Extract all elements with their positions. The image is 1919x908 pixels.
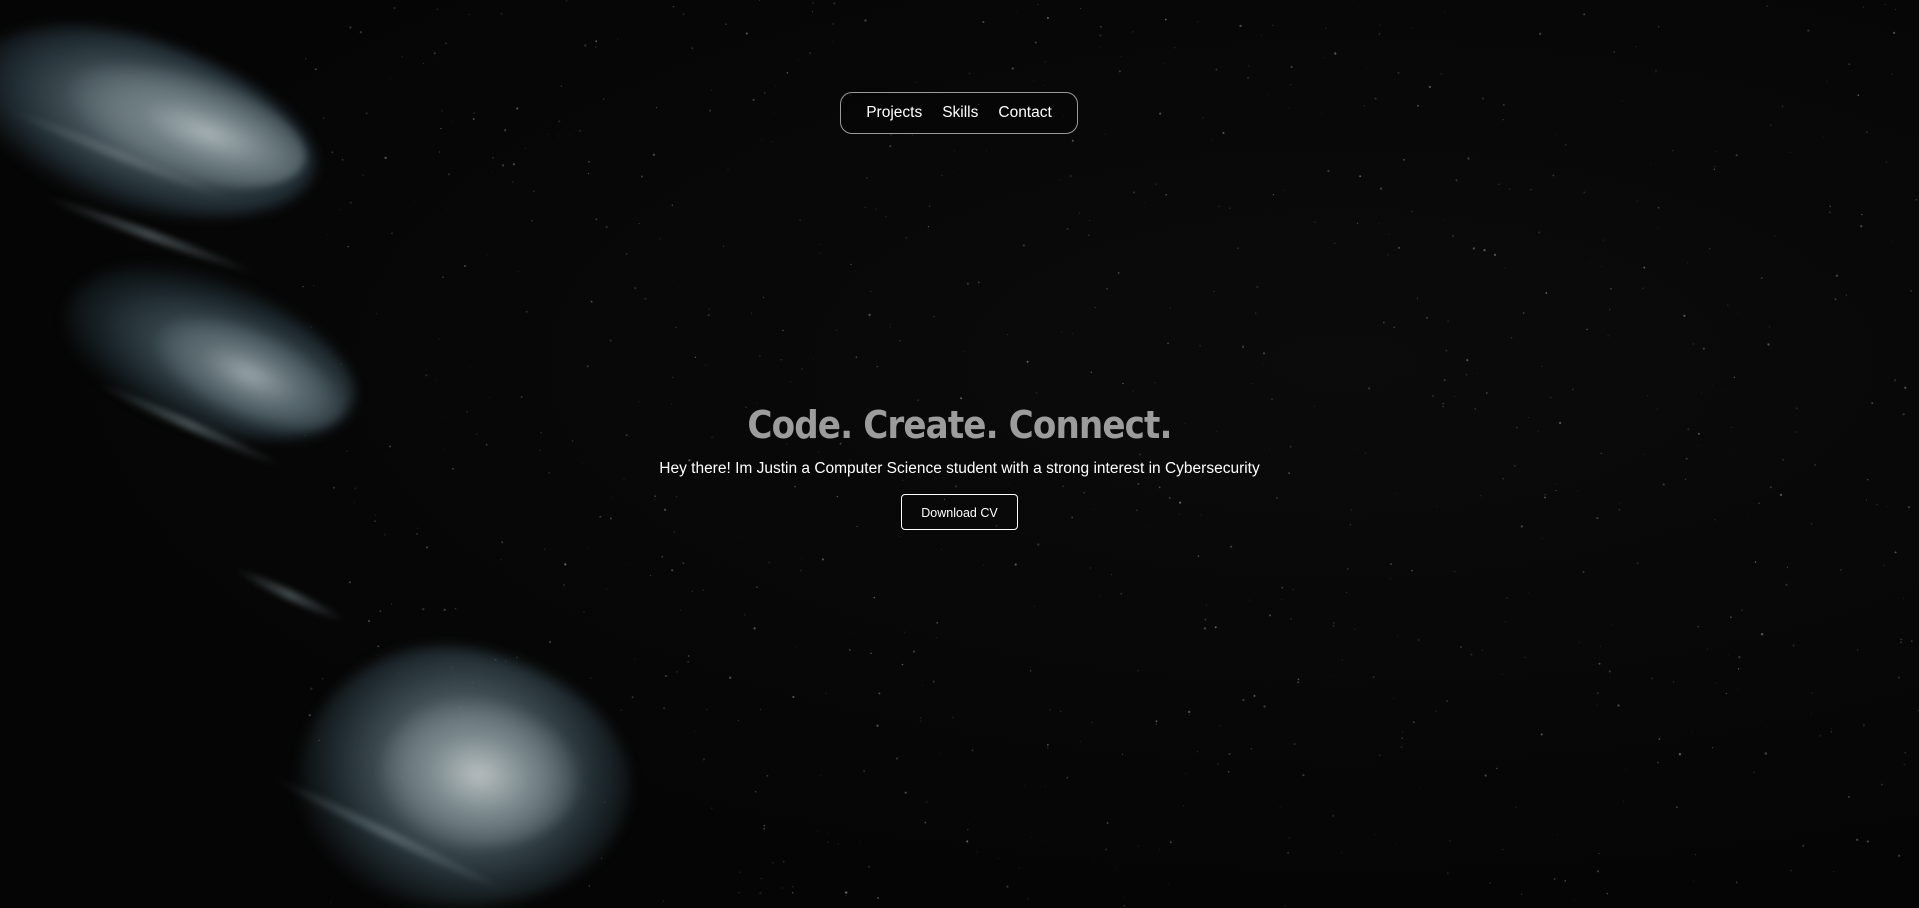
- main-nav: Projects Skills Contact: [840, 92, 1078, 134]
- download-cv-button[interactable]: Download CV: [901, 494, 1018, 530]
- hero-title: Code. Create. Connect.: [747, 403, 1172, 447]
- nav-link-projects[interactable]: Projects: [866, 104, 922, 122]
- hero-section: Code. Create. Connect. Hey there! Im Jus…: [0, 398, 1919, 530]
- hero-subtitle: Hey there! Im Justin a Computer Science …: [659, 460, 1260, 477]
- nav-link-contact[interactable]: Contact: [998, 104, 1051, 122]
- nav-link-skills[interactable]: Skills: [942, 104, 978, 122]
